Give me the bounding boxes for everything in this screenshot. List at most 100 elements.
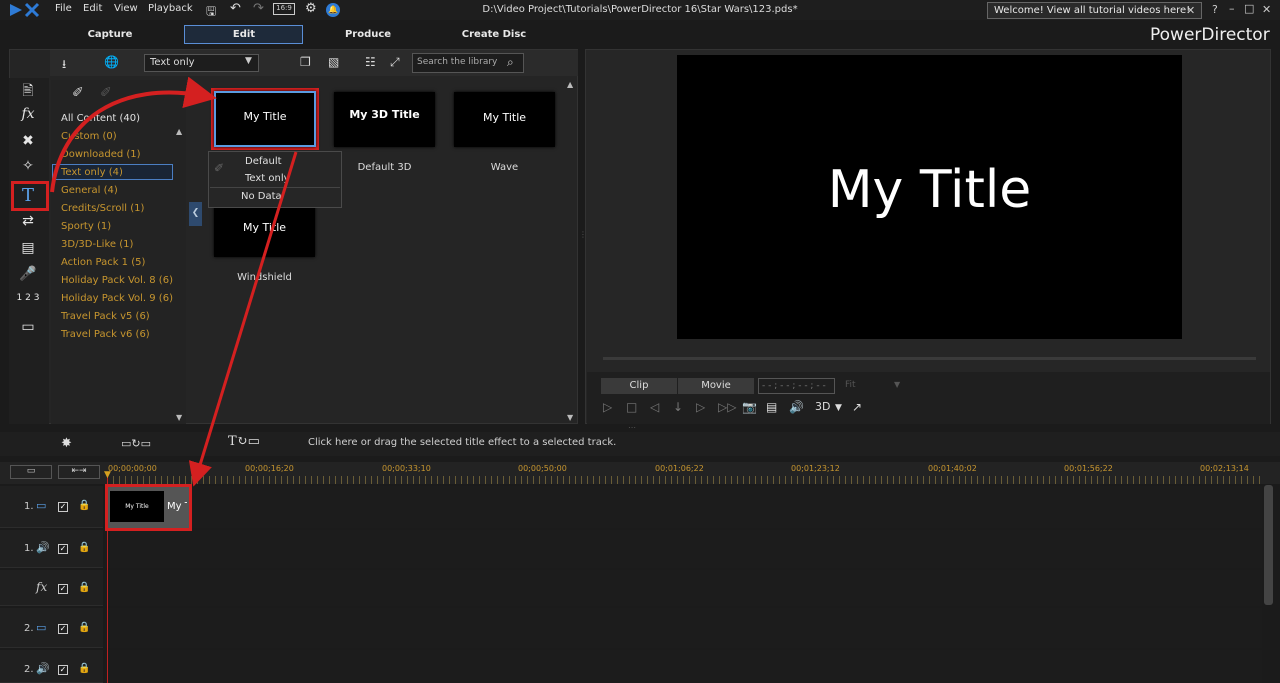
category-item[interactable]: Travel Pack v6 (6)	[61, 329, 150, 340]
template-wave[interactable]: My Title	[454, 92, 555, 147]
download-globe-icon[interactable]: 🌐	[104, 55, 119, 69]
add-category-icon[interactable]: ✐	[72, 85, 84, 101]
track-fx[interactable]	[105, 570, 1262, 606]
category-item[interactable]: Travel Pack v5 (6)	[61, 311, 150, 322]
dropdown-item-no-data[interactable]: No Data	[241, 191, 282, 202]
voiceover-room-icon[interactable]: 🎤	[14, 266, 42, 288]
category-item[interactable]: Downloaded (1)	[61, 149, 141, 160]
redo-icon[interactable]: ↷	[253, 1, 264, 16]
category-item[interactable]: General (4)	[61, 185, 118, 196]
category-item[interactable]: Text only (4)	[61, 167, 123, 178]
lock-icon[interactable]: 🔒	[78, 582, 90, 593]
subtitle-room-icon[interactable]: ▭	[14, 319, 42, 341]
aspect-ratio-icon[interactable]: 16:9	[273, 3, 295, 15]
particle-room-icon[interactable]: ✧	[14, 158, 42, 180]
lock-icon[interactable]: 🔒	[78, 622, 90, 633]
chevron-down-icon[interactable]: ▼	[835, 403, 842, 413]
search-icon[interactable]: ⌕	[507, 55, 514, 70]
template-windshield[interactable]: My Title	[214, 202, 315, 257]
play-icon[interactable]: ▷	[603, 400, 612, 414]
lock-icon[interactable]: 🔒	[78, 500, 90, 511]
tab-edit[interactable]: Edit	[194, 29, 294, 40]
modify-title-icon[interactable]: ▧	[328, 55, 339, 69]
category-item[interactable]: Credits/Scroll (1)	[61, 203, 144, 214]
delete-category-icon[interactable]: ✐	[100, 85, 112, 101]
welcome-banner[interactable]: Welcome! View all tutorial videos here!	[987, 2, 1202, 19]
save-icon[interactable]: 🖫	[206, 2, 216, 23]
timeline-scrollbar[interactable]	[1264, 485, 1273, 605]
3d-mode-button[interactable]: 3D	[815, 400, 830, 413]
tab-create-disc[interactable]: Create Disc	[444, 29, 544, 40]
track-manager-icon[interactable]: ▭	[10, 465, 52, 479]
category-item[interactable]: Sporty (1)	[61, 221, 111, 232]
track-enable-checkbox[interactable]: ✓	[58, 584, 68, 594]
resize-icon[interactable]: ⤢	[390, 55, 400, 70]
category-scroll-up-icon[interactable]: ▲	[176, 127, 182, 136]
media-room-icon[interactable]: 🖹	[14, 80, 42, 102]
subtitle-icon[interactable]: ▤	[766, 400, 777, 414]
menu-file[interactable]: File	[55, 3, 72, 14]
track-audio-2[interactable]	[105, 650, 1262, 683]
track-enable-checkbox[interactable]: ✓	[58, 544, 68, 554]
magic-tools-icon[interactable]: ✸	[61, 436, 72, 451]
close-icon[interactable]: ✕	[1262, 3, 1271, 16]
minimize-icon[interactable]: –	[1229, 2, 1235, 15]
title-room-icon[interactable]: T	[14, 185, 42, 207]
undo-icon[interactable]: ↶	[230, 1, 241, 16]
volume-icon[interactable]: 🔊	[789, 400, 804, 414]
template-default-3d[interactable]: My 3D Title	[334, 92, 435, 147]
filter-select[interactable]: Text only	[144, 54, 259, 72]
settings-icon[interactable]: ⚙	[305, 1, 317, 16]
track-video-2[interactable]	[105, 608, 1262, 648]
import-icon[interactable]: ⭳	[62, 55, 66, 76]
fx-room-icon[interactable]: fx	[14, 106, 42, 128]
maximize-icon[interactable]: □	[1244, 2, 1254, 15]
snapshot-icon[interactable]: 📷	[742, 400, 757, 414]
audio-mixing-room-icon[interactable]: ▤	[14, 240, 42, 262]
chapter-room-icon[interactable]: 1 2 3	[14, 293, 42, 315]
transition-room-icon[interactable]: ⇄	[14, 213, 42, 235]
category-item[interactable]: Holiday Pack Vol. 9 (6)	[61, 293, 173, 304]
previous-frame-icon[interactable]: ◁	[650, 400, 659, 414]
clip-mode-button[interactable]: Clip	[601, 378, 677, 394]
add-title-to-track-icon[interactable]: T↻▭	[228, 434, 260, 449]
stop-icon[interactable]: □	[626, 400, 637, 414]
insert-ripple-icon[interactable]: ▭↻▭	[121, 437, 151, 450]
collapse-categories-button[interactable]: ❮	[189, 202, 202, 226]
category-item[interactable]: Action Pack 1 (5)	[61, 257, 145, 268]
menu-playback[interactable]: Playback	[148, 3, 193, 14]
timecode-field[interactable]: - - ; - - ; - - ; - -	[758, 378, 835, 394]
chevron-down-icon[interactable]: ▼	[894, 380, 900, 389]
dropdown-item-text-only[interactable]: Text only	[245, 173, 290, 184]
lock-icon[interactable]: 🔒	[78, 663, 90, 674]
notification-icon[interactable]: 🔔	[326, 3, 340, 17]
category-item[interactable]: Holiday Pack Vol. 8 (6)	[61, 275, 173, 286]
preview-timeline-slider[interactable]	[603, 357, 1256, 360]
next-frame-icon[interactable]: ▷	[696, 400, 705, 414]
track-enable-checkbox[interactable]: ✓	[58, 665, 68, 675]
track-audio-1[interactable]	[105, 530, 1262, 568]
library-scroll-up-icon[interactable]: ▲	[567, 80, 573, 89]
menu-edit[interactable]: Edit	[83, 3, 102, 14]
fast-forward-icon[interactable]: ▷▷	[718, 400, 736, 414]
lock-icon[interactable]: 🔒	[78, 542, 90, 553]
add-title-icon[interactable]: ❐	[300, 55, 311, 69]
grid-view-icon[interactable]: ☷	[365, 55, 376, 69]
track-enable-checkbox[interactable]: ✓	[58, 502, 68, 512]
category-item[interactable]: 3D/3D-Like (1)	[61, 239, 133, 250]
undock-icon[interactable]: ↗	[852, 400, 862, 414]
playhead-marker-icon[interactable]: ▼	[104, 470, 111, 480]
horizontal-splitter[interactable]: ⋯	[628, 423, 636, 432]
split-icon[interactable]: ↓	[673, 400, 683, 414]
help-icon[interactable]: ?	[1212, 3, 1218, 16]
track-enable-checkbox[interactable]: ✓	[58, 624, 68, 634]
chevron-down-icon[interactable]: ▼	[245, 56, 252, 66]
tab-produce[interactable]: Produce	[318, 29, 418, 40]
track-video-1[interactable]	[105, 486, 1262, 528]
category-item[interactable]: Custom (0)	[61, 131, 117, 142]
dropdown-item-default[interactable]: Default	[245, 156, 282, 167]
welcome-close-icon[interactable]: ✕	[1186, 4, 1195, 17]
tab-capture[interactable]: Capture	[60, 29, 160, 40]
pip-room-icon[interactable]: ✖	[14, 133, 42, 155]
category-item[interactable]: All Content (40)	[61, 113, 140, 124]
